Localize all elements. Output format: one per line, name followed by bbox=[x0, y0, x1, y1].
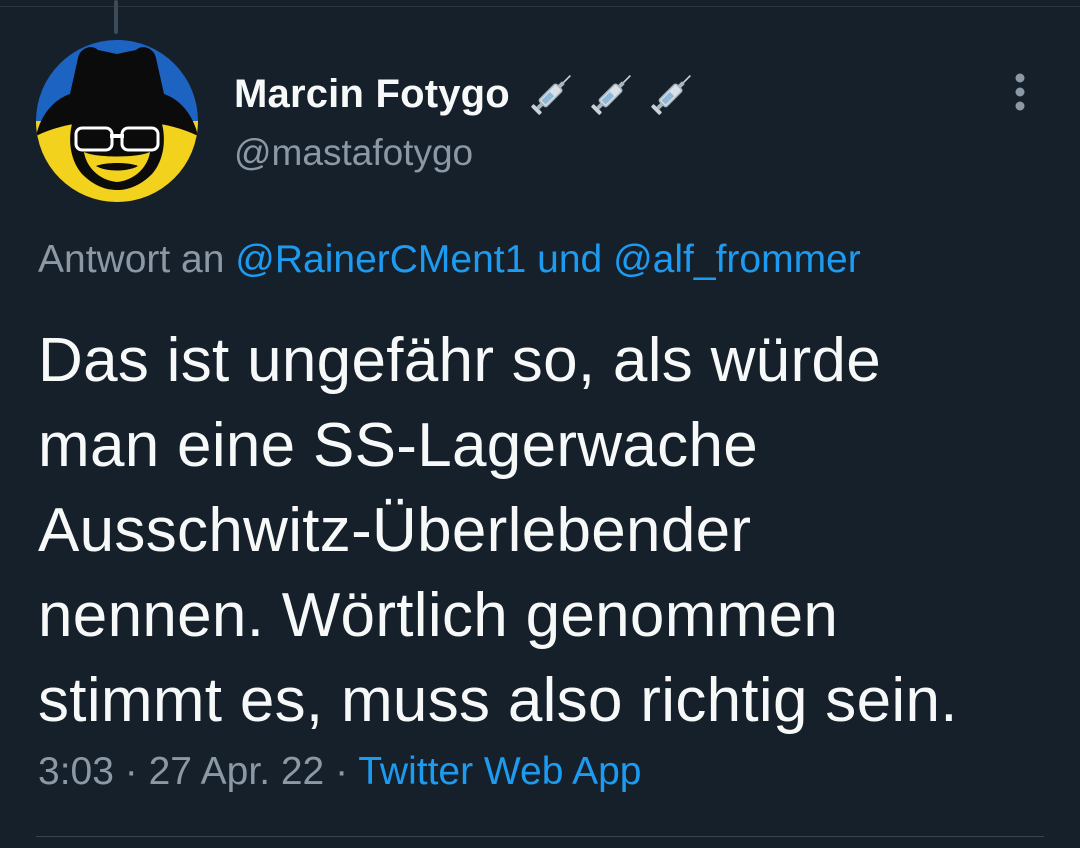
author-block: Marcin Fotygo @mastafotygo bbox=[234, 66, 700, 174]
tweet-text: Das ist ungefähr so, als würde man eine … bbox=[38, 318, 1048, 743]
syringe-icon bbox=[591, 75, 631, 115]
thread-connector-line bbox=[114, 0, 118, 34]
display-name[interactable]: Marcin Fotygo bbox=[234, 72, 510, 117]
meta-separator: · bbox=[124, 750, 138, 793]
reply-context: Antwort an @RainerCMent1 und @alf_fromme… bbox=[38, 238, 861, 282]
meta-separator: · bbox=[335, 750, 349, 793]
more-options-button[interactable] bbox=[996, 64, 1044, 120]
top-divider bbox=[0, 6, 1080, 7]
avatar-image bbox=[36, 40, 198, 202]
name-emoji-row bbox=[524, 66, 700, 122]
more-vertical-icon bbox=[1015, 73, 1025, 111]
author-handle[interactable]: @mastafotygo bbox=[234, 132, 700, 174]
tweet-text-line: Ausschwitz-Überlebender bbox=[38, 496, 752, 565]
bottom-divider bbox=[36, 836, 1044, 837]
avatar[interactable] bbox=[36, 40, 198, 202]
tweet-date[interactable]: 27 Apr. 22 bbox=[149, 750, 325, 793]
mention-link-2[interactable]: @alf_frommer bbox=[613, 238, 861, 281]
display-name-row: Marcin Fotygo bbox=[234, 66, 700, 122]
reply-connector: und bbox=[537, 238, 603, 281]
tweet-text-line: stimmt es, muss also richtig sein. bbox=[38, 666, 958, 735]
tweet-text-line: nennen. Wörtlich genommen bbox=[38, 581, 839, 650]
tweet-text-line: man eine SS-Lagerwache bbox=[38, 411, 759, 480]
syringe-icon bbox=[531, 75, 571, 115]
tweet-time[interactable]: 3:03 bbox=[38, 750, 114, 793]
tweet-source-link[interactable]: Twitter Web App bbox=[358, 750, 641, 793]
mention-link-1[interactable]: @RainerCMent1 bbox=[235, 238, 526, 281]
reply-prefix: Antwort an bbox=[38, 238, 225, 281]
syringe-icon bbox=[651, 75, 691, 115]
tweet-text-line: Das ist ungefähr so, als würde bbox=[38, 326, 881, 395]
tweet-meta: 3:03 · 27 Apr. 22 · Twitter Web App bbox=[38, 750, 641, 794]
